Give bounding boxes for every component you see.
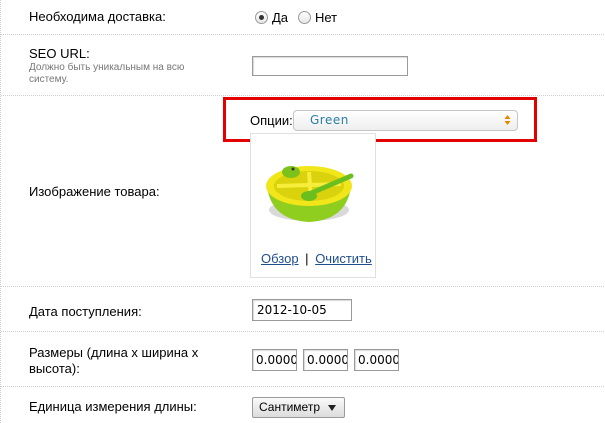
length-unit-label: Единица измерения длины: bbox=[29, 399, 197, 414]
date-available-input[interactable]: 2012-10-05 bbox=[252, 299, 352, 321]
shipping-no-radio[interactable] bbox=[298, 11, 311, 24]
seo-help-text: Должно быть уникальным на всю систему. bbox=[29, 62, 185, 85]
product-image bbox=[266, 166, 354, 222]
dimensions-label: Размеры (длина x ширина x высота): bbox=[29, 345, 199, 376]
select-updown-icon bbox=[504, 115, 511, 125]
dimensions-row: Размеры (длина x ширина x высота): 0.000… bbox=[1, 332, 605, 387]
chevron-down-icon bbox=[328, 405, 336, 411]
image-actions: Обзор | Очистить bbox=[261, 251, 372, 266]
options-selected-value: Green bbox=[310, 113, 349, 127]
date-label: Дата поступления: bbox=[29, 304, 142, 319]
shipping-label: Необходима доставка: bbox=[29, 9, 166, 24]
length-unit-select[interactable]: Сантиметр bbox=[252, 397, 345, 418]
length-input[interactable]: 0.00000000 bbox=[252, 349, 297, 371]
clear-image-link[interactable]: Очистить bbox=[315, 251, 372, 266]
options-select[interactable]: Green bbox=[293, 110, 518, 131]
height-input[interactable]: 0.00000000 bbox=[354, 349, 399, 371]
product-image-card: Обзор | Очистить bbox=[250, 133, 376, 278]
browse-image-link[interactable]: Обзор bbox=[261, 251, 299, 266]
seo-label: SEO URL: bbox=[29, 46, 90, 61]
seo-url-input[interactable] bbox=[252, 56, 408, 76]
shipping-no-label: Нет bbox=[315, 10, 338, 25]
image-label: Изображение товара: bbox=[29, 184, 160, 199]
product-form: Необходима доставка: Да Нет SEO URL: Дол… bbox=[0, 0, 605, 423]
image-actions-separator: | bbox=[305, 251, 309, 266]
shipping-yes-label: Да bbox=[272, 10, 289, 25]
seo-row: SEO URL: Должно быть уникальным на всю с… bbox=[1, 35, 605, 96]
options-label: Опции: bbox=[250, 113, 293, 128]
length-unit-selected-value: Сантиметр bbox=[259, 400, 320, 414]
shipping-row: Необходима доставка: Да Нет bbox=[1, 0, 605, 35]
width-input[interactable]: 0.00000000 bbox=[303, 349, 348, 371]
date-row: Дата поступления: 2012-10-05 bbox=[1, 287, 605, 332]
shipping-yes-radio[interactable] bbox=[255, 11, 268, 24]
